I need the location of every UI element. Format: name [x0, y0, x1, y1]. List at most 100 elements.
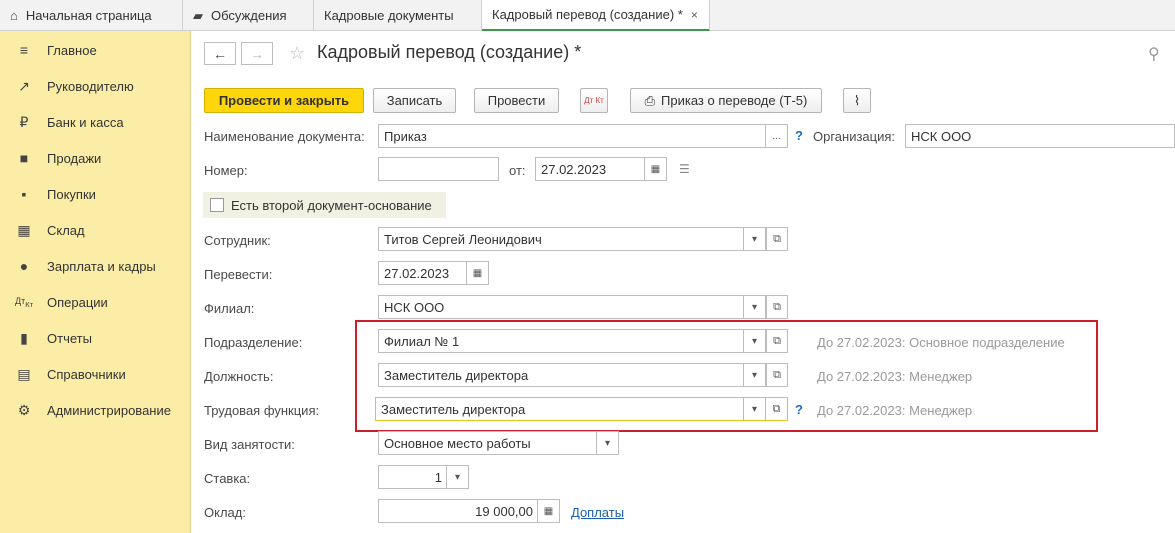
sidebar-item-bank[interactable]: ₽ Банк и касса [0, 104, 191, 140]
chevron-down-icon: ▾ [751, 301, 758, 313]
function-label: Трудовая функция: [204, 403, 320, 418]
open-icon: ⧉ [773, 368, 781, 381]
sidebar-item-main[interactable]: ≡ Главное [0, 32, 191, 68]
bar-chart-icon: ▮ [20, 329, 28, 346]
number-label: Номер: [204, 163, 248, 178]
open-icon: ⧉ [772, 402, 781, 415]
sidebar-item-label: Продажи [47, 150, 102, 166]
position-dropdown[interactable]: ▾ [744, 363, 766, 387]
rate-dropdown[interactable]: ▾ [447, 465, 469, 489]
salary-field[interactable]: 19 000,00 [378, 499, 538, 523]
close-icon[interactable]: × [691, 8, 698, 22]
tab-transfer-create[interactable]: Кадровый перевод (создание) * × [482, 0, 710, 31]
chevron-down-icon: ▾ [751, 403, 758, 415]
position-previous-hint: До 27.02.2023: Менеджер [817, 369, 973, 384]
labor-function-dropdown[interactable]: ▾ [744, 397, 766, 421]
printer-icon: ⎙ [644, 92, 656, 108]
employee-open-button[interactable]: ⧉ [766, 227, 788, 251]
position-label: Должность: [204, 369, 274, 384]
sidebar-item-admin[interactable]: ⚙ Администрирование [0, 392, 191, 428]
employee-dropdown[interactable]: ▾ [744, 227, 766, 251]
tab-label: Начальная страница [25, 8, 152, 23]
doc-name-label: Наименование документа: [204, 129, 365, 144]
labor-function-field[interactable]: Заместитель директора [375, 397, 744, 421]
employee-field[interactable]: Титов Сергей Леонидович [378, 227, 744, 251]
menu-icon: ≡ [19, 42, 29, 58]
branch-field[interactable]: НСК ООО [378, 295, 744, 319]
second-basis-checkbox[interactable]: Есть второй документ-основание [203, 192, 446, 218]
number-field[interactable] [378, 157, 499, 181]
allowances-link[interactable]: Доплаты [571, 505, 624, 520]
sidebar-item-label: Главное [47, 42, 97, 58]
sidebar-item-label: Администрирование [47, 402, 171, 418]
date-field[interactable]: 27.02.2023 [535, 157, 645, 181]
salary-value: 19 000,00 [475, 503, 533, 519]
sidebar-item-purchases[interactable]: ▪ Покупки [0, 176, 191, 212]
salary-label: Оклад: [204, 505, 246, 520]
division-open-button[interactable]: ⧉ [766, 329, 788, 353]
org-field[interactable]: НСК ООО [905, 124, 1175, 148]
calendar-button[interactable]: ▦ [645, 157, 667, 181]
sidebar-item-label: Операции [47, 294, 108, 310]
function-previous-hint: До 27.02.2023: Менеджер [817, 403, 973, 418]
print-order-button[interactable]: ⎙ Приказ о переводе (Т-5) [630, 88, 822, 113]
sidebar-item-reports[interactable]: ▮ Отчеты [0, 320, 191, 356]
tab-home[interactable]: ⌂ Начальная страница [0, 0, 183, 31]
position-field[interactable]: Заместитель директора [378, 363, 744, 387]
date-from-label: от: [509, 163, 526, 178]
list-icon[interactable]: ☰ [679, 162, 690, 176]
salary-calculator-button[interactable]: ▦ [538, 499, 560, 523]
attach-button[interactable]: ⌇ [843, 88, 871, 113]
tab-label: Кадровые документы [324, 8, 454, 23]
sidebar-item-manager[interactable]: ↗ Руководителю [0, 68, 191, 104]
sidebar-item-sales[interactable]: ■ Продажи [0, 140, 191, 176]
tab-hr-documents[interactable]: Кадровые документы [314, 0, 482, 31]
rate-field[interactable]: 1 [378, 465, 447, 489]
sidebar: ≡ Главное ↗ Руководителю ₽ Банк и касса … [0, 31, 191, 533]
post-button[interactable]: Провести [474, 88, 559, 113]
transfer-date-field[interactable]: 27.02.2023 [378, 261, 467, 285]
employment-type-field[interactable]: Основное место работы [378, 431, 597, 455]
labor-function-open-button[interactable]: ⧉ [766, 397, 788, 421]
checkbox[interactable] [210, 198, 224, 212]
branch-label: Филиал: [204, 301, 255, 316]
branch-open-button[interactable]: ⧉ [766, 295, 788, 319]
division-field[interactable]: Филиал № 1 [378, 329, 744, 353]
paperclip-icon: ⌇ [853, 92, 861, 108]
doc-name-field[interactable]: Приказ [378, 124, 766, 148]
chat-icon: ▰ [193, 7, 203, 23]
forward-button[interactable]: → [241, 42, 273, 65]
division-label: Подразделение: [204, 335, 303, 350]
sidebar-item-label: Руководителю [47, 78, 134, 94]
sidebar-item-label: Банк и касса [47, 114, 124, 130]
sidebar-item-label: Покупки [47, 186, 96, 202]
calendar-icon: ▦ [472, 267, 483, 279]
transfer-calendar-button[interactable]: ▦ [467, 261, 489, 285]
sidebar-item-catalogs[interactable]: ▤ Справочники [0, 356, 191, 392]
person-icon: ● [19, 258, 29, 274]
rate-value: 1 [434, 469, 442, 485]
back-button[interactable]: ← [204, 42, 236, 65]
sidebar-item-operations[interactable]: ДтКт Операции [0, 284, 191, 320]
tab-discussions[interactable]: ▰ Обсуждения [183, 0, 314, 31]
division-dropdown[interactable]: ▾ [744, 329, 766, 353]
link-icon[interactable]: ⚲ [1148, 44, 1160, 64]
star-icon[interactable]: ☆ [289, 43, 305, 64]
chevron-down-icon: ▾ [751, 369, 758, 381]
branch-dropdown[interactable]: ▾ [744, 295, 766, 319]
tab-label: Кадровый перевод (создание) * [492, 7, 683, 22]
sidebar-item-payroll[interactable]: ● Зарплата и кадры [0, 248, 191, 284]
help-icon[interactable]: ? [795, 402, 803, 417]
open-icon: ⧉ [773, 232, 781, 245]
position-open-button[interactable]: ⧉ [766, 363, 788, 387]
employment-type-dropdown[interactable]: ▾ [597, 431, 619, 455]
transfer-label: Перевести: [204, 267, 273, 282]
dt-kt-button[interactable]: Дт Кт [580, 88, 608, 113]
help-icon[interactable]: ? [795, 128, 803, 143]
sidebar-item-label: Зарплата и кадры [47, 258, 156, 274]
doc-name-select-button[interactable]: ... [766, 124, 788, 148]
sidebar-item-warehouse[interactable]: ▦ Склад [0, 212, 191, 248]
save-button[interactable]: Записать [373, 88, 456, 113]
sidebar-item-label: Справочники [47, 366, 126, 382]
post-and-close-button[interactable]: Провести и закрыть [204, 88, 364, 113]
